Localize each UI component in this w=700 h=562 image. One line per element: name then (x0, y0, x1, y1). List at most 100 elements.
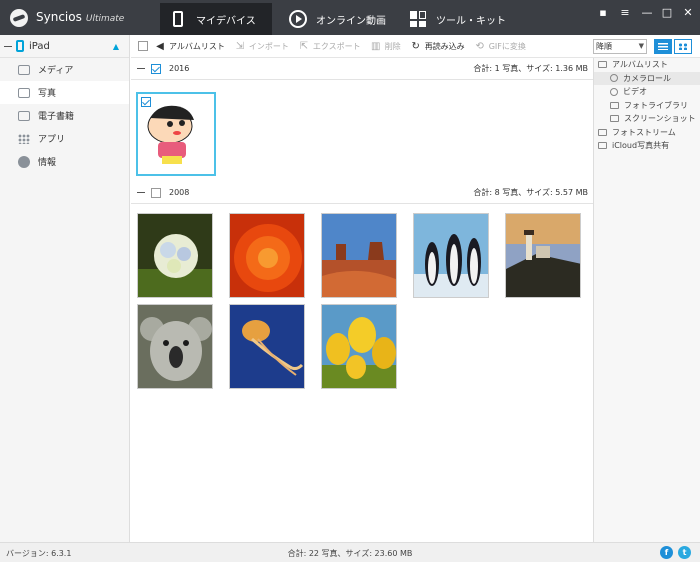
minimize-button[interactable]: — (640, 6, 654, 19)
status-bar: バージョン: 6.3.1 合計: 22 写真、サイズ: 23.60 MB f t (0, 542, 700, 562)
eject-icon[interactable]: ▲ (113, 42, 119, 51)
twitter-icon[interactable]: t (678, 546, 691, 559)
sidebar-item-apps[interactable]: アプリ (0, 127, 129, 150)
tab-label: オンライン動画 (316, 15, 386, 27)
device-header[interactable]: iPad ▲ (0, 35, 129, 58)
ebook-icon (18, 110, 30, 121)
collapse-icon[interactable] (137, 68, 145, 69)
toolkit-icon (408, 9, 428, 29)
album-icon (598, 142, 607, 150)
album-item-photo-library[interactable]: フォトライブラリ (594, 99, 700, 113)
album-item-camera-roll[interactable]: カメラロール (594, 71, 700, 85)
app-title: Syncios Ultimate (36, 10, 124, 24)
import-button[interactable]: ⇲ インポート (235, 41, 289, 52)
tab-label: マイデバイス (196, 15, 256, 27)
phone-icon (168, 9, 188, 29)
apps-icon (18, 133, 30, 144)
camera-icon (610, 87, 618, 96)
close-button[interactable]: ✕ (681, 6, 695, 19)
title-bar: Syncios Ultimate マイデバイス オンライン動画 ツール・キット ▪… (0, 0, 700, 35)
app-edition: Ultimate (85, 14, 125, 24)
desert-photo (322, 214, 396, 297)
maximize-button[interactable]: □ (660, 6, 674, 19)
group-stats: 合計: 8 写真、サイズ: 5.57 MB (473, 188, 588, 197)
view-toolbar: 降順 ▼ (593, 35, 700, 58)
sidebar-item-label: 写真 (38, 89, 57, 99)
group-year: 2016 (169, 64, 190, 73)
photo-thumbnail[interactable] (229, 213, 305, 298)
album-item-video[interactable]: ビデオ (594, 85, 700, 99)
gif-convert-button[interactable]: ⟲ GIFに変換 (475, 40, 525, 52)
album-item-photo-stream[interactable]: フォトストリーム (594, 126, 700, 140)
sidebar-item-label: 電子書籍 (38, 112, 75, 122)
device-name: iPad (29, 40, 50, 52)
list-view-button[interactable] (654, 39, 672, 54)
album-icon (610, 101, 619, 109)
chrysanthemum-photo (230, 214, 304, 297)
sidebar-item-info[interactable]: 情報 (0, 150, 129, 173)
photo-thumbnail[interactable] (413, 213, 489, 298)
photo-thumbnail[interactable] (321, 304, 397, 389)
delete-button[interactable]: ▥ 削除 (371, 41, 401, 52)
tab-my-devices[interactable]: マイデバイス (160, 3, 272, 35)
album-icon (598, 128, 607, 136)
hydrangea-photo (138, 214, 212, 297)
syncios-logo-icon (10, 9, 28, 27)
sidebar-item-label: 情報 (38, 158, 57, 168)
photo-toolbar: ◀ アルバムリスト ⇲ インポート ⇱ エクスポート ▥ 削除 ↻ 再読み込み … (131, 35, 593, 58)
lighthouse-photo (506, 214, 580, 297)
album-list-button[interactable]: ◀ アルバムリスト (155, 41, 225, 52)
back-arrow-icon: ◀ (156, 40, 164, 52)
album-icon (598, 61, 607, 69)
sidebar-item-photos[interactable]: 写真 (0, 81, 129, 104)
menu-icon[interactable]: ≡ (618, 6, 632, 19)
album-panel: アルバムリスト カメラロール ビデオ フォトライブラリ スクリーンショット フォ… (593, 58, 700, 542)
group-checkbox[interactable] (151, 63, 161, 74)
import-icon: ⇲ (235, 40, 245, 52)
album-item-screenshots[interactable]: スクリーンショット (594, 112, 700, 126)
sidebar-item-ebooks[interactable]: 電子書籍 (0, 104, 129, 127)
tab-toolkit[interactable]: ツール・キット (400, 3, 512, 35)
ipad-icon (16, 40, 24, 52)
export-icon: ⇱ (299, 40, 309, 52)
photo-thumbnail[interactable] (505, 213, 581, 298)
app-name: Syncios (36, 10, 82, 24)
collapse-icon[interactable] (4, 45, 12, 47)
sort-select[interactable]: 降順 ▼ (593, 39, 647, 54)
photo-grid-area: 2016 合計: 1 写真、サイズ: 1.36 MB 2008 合計: 8 写真… (131, 58, 593, 542)
tab-online-video[interactable]: オンライン動画 (280, 3, 392, 35)
reload-button[interactable]: ↻ 再読み込み (411, 40, 464, 52)
photo-checkbox[interactable] (141, 97, 151, 107)
penguins-photo (414, 214, 488, 297)
sidebar-item-label: アプリ (38, 135, 66, 145)
koala-photo (138, 305, 212, 388)
jellyfish-photo (230, 305, 304, 388)
refresh-icon: ↻ (411, 40, 420, 52)
album-item-icloud-shared[interactable]: iCloud写真共有 (594, 139, 700, 153)
photo-thumbnail[interactable] (137, 213, 213, 298)
collapse-icon[interactable] (137, 192, 145, 193)
feedback-icon[interactable]: ▪ (596, 6, 610, 19)
group-header-2016: 2016 合計: 1 写真、サイズ: 1.36 MB (131, 58, 593, 80)
grid-view-button[interactable] (674, 39, 692, 54)
photo-thumbnail[interactable] (136, 92, 216, 176)
group-checkbox[interactable] (151, 187, 161, 198)
sidebar-item-label: メディア (38, 66, 74, 76)
facebook-icon[interactable]: f (660, 546, 673, 559)
tab-label: ツール・キット (436, 15, 506, 27)
export-button[interactable]: ⇱ エクスポート (299, 41, 361, 52)
cartoon-photo (140, 96, 212, 172)
photo-thumbnail[interactable] (137, 304, 213, 389)
camera-icon (610, 74, 618, 83)
album-item-album-list[interactable]: アルバムリスト (594, 58, 700, 72)
photo-thumbnail[interactable] (229, 304, 305, 389)
group-year: 2008 (169, 188, 190, 197)
sidebar-item-media[interactable]: メディア (0, 58, 129, 81)
gif-icon: ⟲ (475, 40, 484, 52)
media-icon (18, 64, 30, 75)
select-all-checkbox[interactable] (138, 41, 148, 51)
total-summary: 合計: 22 写真、サイズ: 23.60 MB (287, 549, 413, 558)
group-stats: 合計: 1 写真、サイズ: 1.36 MB (473, 64, 588, 73)
album-icon (610, 115, 619, 123)
photo-thumbnail[interactable] (321, 213, 397, 298)
